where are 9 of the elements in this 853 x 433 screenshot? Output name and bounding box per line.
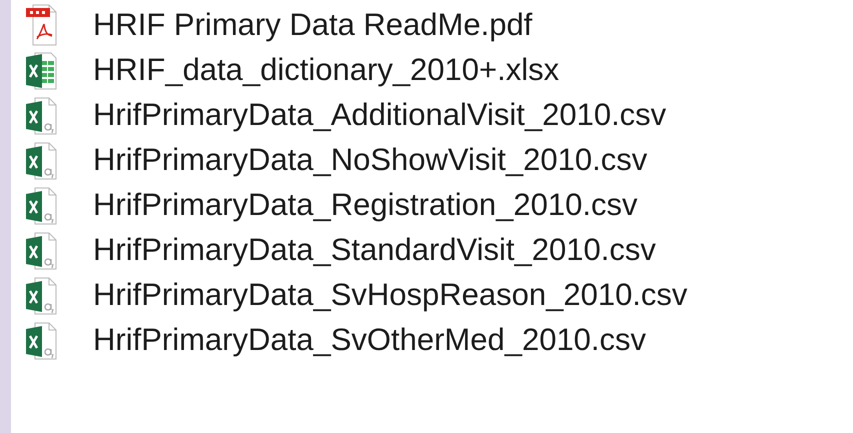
pdf-document-icon: [25, 4, 57, 46]
file-name[interactable]: HRIF_data_dictionary_2010+.xlsx: [93, 52, 560, 88]
file-name[interactable]: HrifPrimaryData_SvOtherMed_2010.csv: [93, 322, 646, 358]
file-name[interactable]: HrifPrimaryData_StandardVisit_2010.csv: [93, 232, 656, 268]
file-name[interactable]: HRIF Primary Data ReadMe.pdf: [93, 6, 532, 42]
file-name[interactable]: HrifPrimaryData_Registration_2010.csv: [93, 186, 638, 222]
file-name[interactable]: HrifPrimaryData_NoShowVisit_2010.csv: [93, 142, 648, 178]
file-name[interactable]: HrifPrimaryData_AdditionalVisit_2010.csv: [93, 96, 666, 132]
file-name[interactable]: HrifPrimaryData_SvHospReason_2010.csv: [93, 276, 688, 312]
